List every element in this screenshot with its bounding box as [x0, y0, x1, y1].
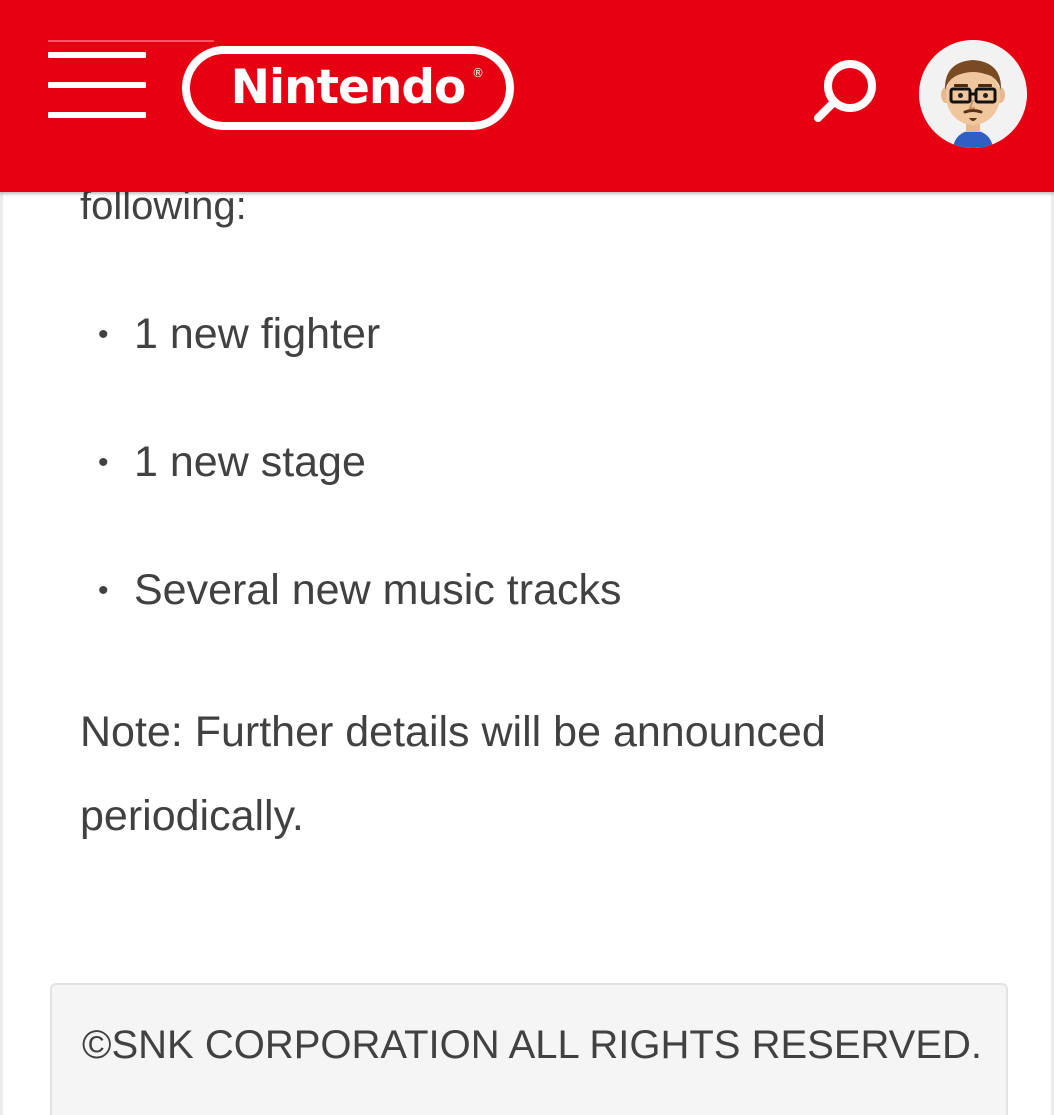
- logo-text: Nintendo: [230, 59, 467, 115]
- content-left-border: [0, 190, 3, 1115]
- note-paragraph: Note: Further details will be announced …: [80, 708, 826, 840]
- bullet-icon: •: [98, 318, 109, 351]
- registered-mark: ®: [472, 66, 484, 80]
- list-item: • 1 new fighter: [98, 308, 380, 361]
- list-item-text: 1 new fighter: [134, 310, 381, 358]
- bullet-icon: •: [98, 446, 109, 479]
- menu-bar: [48, 82, 146, 88]
- search-icon: [814, 60, 876, 122]
- hamburger-menu-icon[interactable]: [48, 50, 146, 120]
- menu-bar: [48, 52, 146, 58]
- list-item-text: 1 new stage: [134, 438, 366, 486]
- list-item: • 1 new stage: [98, 436, 366, 489]
- mii-avatar-icon: [919, 40, 1027, 148]
- copyright-text: ©SNK CORPORATION ALL RIGHTS RESERVED.: [82, 1023, 983, 1067]
- page: following: • 1 new fighter • 1 new stage •…: [0, 0, 1054, 1115]
- nintendo-logo[interactable]: Nintendo ®: [182, 46, 514, 130]
- bullet-icon: •: [98, 574, 109, 607]
- menu-bar: [48, 112, 146, 118]
- list-item: • Several new music tracks: [98, 564, 622, 617]
- site-header: Nintendo ®: [0, 0, 1054, 192]
- list-item-text: Several new music tracks: [134, 566, 622, 614]
- search-button[interactable]: [806, 52, 886, 132]
- copyright-box: ©SNK CORPORATION ALL RIGHTS RESERVED.: [50, 983, 1008, 1115]
- header-divider: [48, 40, 214, 42]
- user-avatar[interactable]: [919, 40, 1027, 148]
